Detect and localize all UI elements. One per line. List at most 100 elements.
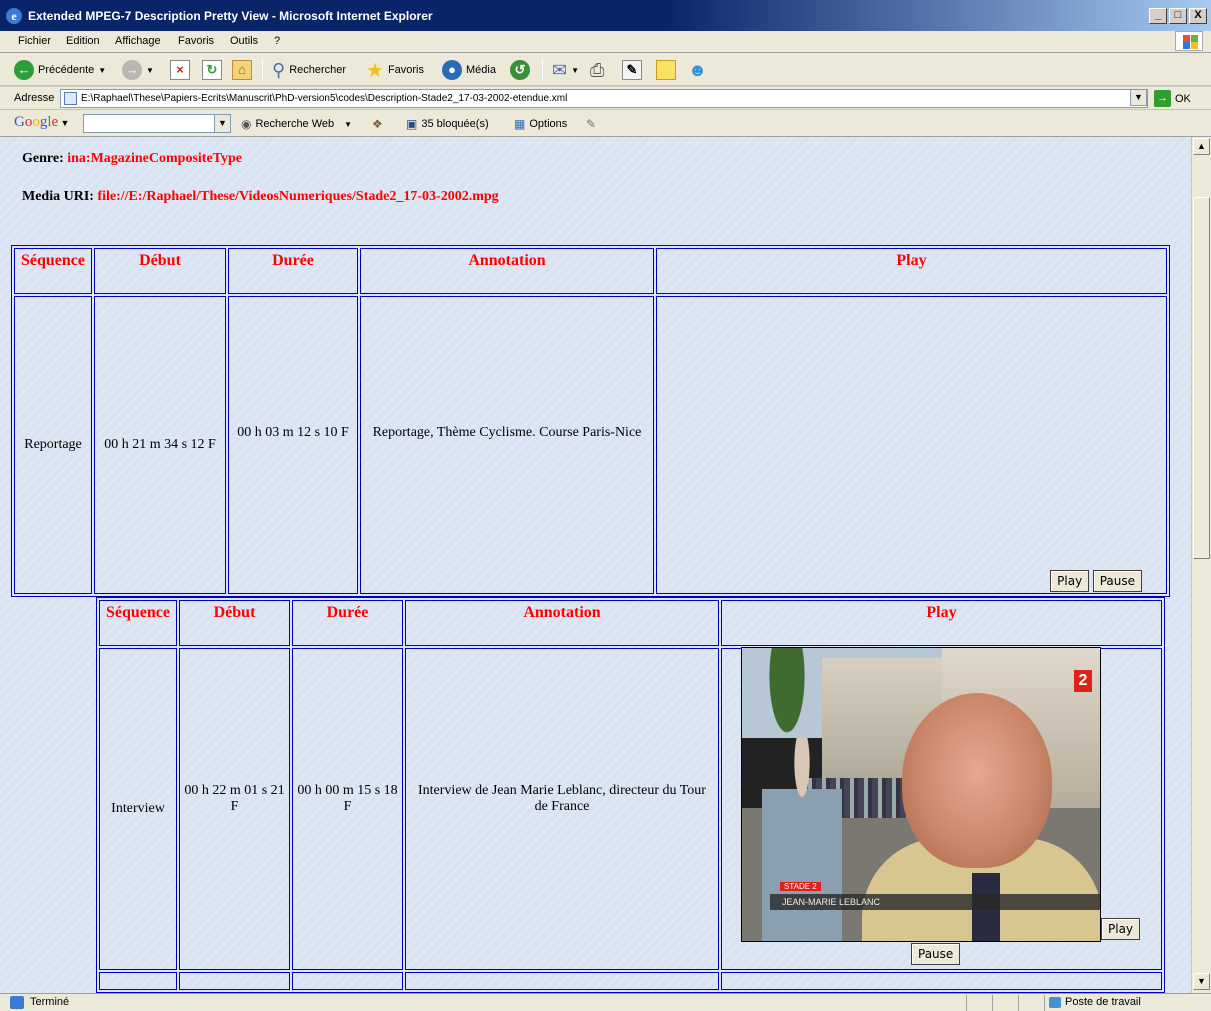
- page-done-icon: [10, 996, 24, 1009]
- google-search-input[interactable]: ▼: [83, 114, 231, 133]
- row2-sequence: Interview: [99, 648, 177, 970]
- popup-blocker-button[interactable]: ▣ 35 bloquée(s): [406, 117, 489, 131]
- web-search-label: Recherche Web: [255, 118, 335, 130]
- zone-label: Poste de travail: [1065, 996, 1141, 1008]
- popup-blocked-icon: ▣: [406, 117, 418, 131]
- options-label: Options: [529, 118, 568, 130]
- favorites-button[interactable]: ★ Favoris: [366, 58, 424, 82]
- refresh-icon: ↻: [202, 60, 222, 80]
- vertical-scrollbar[interactable]: ▲ ▼: [1191, 137, 1211, 993]
- highlighter-icon: ✎: [586, 117, 597, 131]
- row2-duree: 00 h 00 m 15 s 18 F: [292, 648, 403, 970]
- forward-arrow-icon: →: [122, 60, 142, 80]
- header-sequence: Séquence: [14, 248, 92, 294]
- google-search-dropdown[interactable]: ▼: [214, 115, 230, 132]
- messenger-icon: ☻: [688, 59, 707, 80]
- print-button[interactable]: ⎙: [590, 58, 604, 82]
- options-button[interactable]: ▦ Options: [514, 117, 567, 131]
- stop-icon: ×: [170, 60, 190, 80]
- row2-debut: 00 h 22 m 01 s 21 F: [179, 648, 290, 970]
- edit-page-icon: ✎: [622, 60, 642, 80]
- media-label: Média: [466, 64, 496, 76]
- menu-affichage[interactable]: Affichage: [115, 35, 161, 47]
- scroll-down-arrow[interactable]: ▼: [1193, 973, 1210, 990]
- pagerank-button[interactable]: ❖: [372, 117, 383, 131]
- menu-help[interactable]: ?: [274, 35, 280, 47]
- search-button[interactable]: ⚲ Rechercher: [272, 58, 346, 82]
- scroll-thumb[interactable]: [1193, 197, 1210, 559]
- row1-play-cell: Play Pause: [656, 296, 1167, 594]
- pause-button[interactable]: Pause: [1092, 570, 1142, 592]
- scroll-up-arrow[interactable]: ▲: [1193, 138, 1210, 155]
- go-button[interactable]: → OK: [1154, 90, 1191, 107]
- show-tag: STADE 2: [780, 882, 821, 891]
- binoculars-icon: ◉: [241, 117, 252, 131]
- row2-duree-text: 00 h 00 m 15 s 18 F: [297, 783, 398, 814]
- options-icon: ▦: [514, 117, 526, 131]
- media-globe-icon: ●: [442, 60, 462, 80]
- menu-outils[interactable]: Outils: [230, 35, 258, 47]
- google-logo[interactable]: Google ▼: [14, 114, 69, 131]
- address-label: Adresse: [14, 92, 55, 104]
- play-button[interactable]: Play: [1101, 918, 1141, 940]
- history-icon: ↺: [510, 60, 530, 80]
- channel-logo: 2: [1074, 670, 1092, 692]
- go-label: OK: [1175, 92, 1191, 105]
- address-input[interactable]: E:\Raphael\These\Papiers-Ecrits\Manuscri…: [60, 89, 1148, 108]
- media-button[interactable]: ● Média: [442, 58, 496, 82]
- nested-header-debut: Début: [179, 600, 290, 646]
- menu-edition[interactable]: Edition: [66, 35, 100, 47]
- video-caption: JEAN-MARIE LEBLANC: [770, 894, 1100, 910]
- web-search-button[interactable]: ◉ Recherche Web ▼: [241, 117, 352, 131]
- maximize-button[interactable]: □: [1169, 8, 1187, 24]
- google-toolbar: Google ▼ ▼ ◉ Recherche Web ▼ ❖ ▣ 35 bloq…: [0, 110, 1211, 137]
- back-button[interactable]: ← Précédente ▼: [14, 58, 106, 82]
- star-icon: ★: [366, 59, 384, 82]
- mail-button[interactable]: ✉ ▼: [552, 58, 579, 82]
- play-button[interactable]: Play: [1050, 570, 1090, 592]
- address-dropdown-arrow[interactable]: ▼: [1130, 89, 1147, 106]
- menu-favoris[interactable]: Favoris: [178, 35, 214, 47]
- title-bar: e Extended MPEG-7 Description Pretty Vie…: [0, 0, 1211, 33]
- status-bar: Terminé Poste de travail: [0, 993, 1211, 1011]
- history-button[interactable]: ↺: [510, 58, 530, 82]
- row2-annotation: Interview de Jean Marie Leblanc, directe…: [405, 648, 719, 970]
- header-annotation: Annotation: [360, 248, 654, 294]
- page-icon: [64, 92, 77, 105]
- genre-line: Genre: ina:MagazineCompositeType: [22, 151, 242, 167]
- row1-duree: 00 h 03 m 12 s 10 F: [228, 296, 358, 594]
- nested-header-duree: Durée: [292, 600, 403, 646]
- header-play: Play: [656, 248, 1167, 294]
- stop-button[interactable]: ×: [170, 58, 190, 82]
- edit-button[interactable]: ✎: [622, 58, 642, 82]
- highlight-button[interactable]: ✎: [586, 117, 596, 131]
- row1-annotation-text: Reportage, Thème Cyclisme. Course Paris-…: [372, 425, 642, 440]
- header-debut: Début: [94, 248, 226, 294]
- close-button[interactable]: X: [1189, 8, 1207, 24]
- minimize-button[interactable]: _: [1149, 8, 1167, 24]
- table-row: Reportage 00 h 21 m 34 s 12 F 00 h 03 m …: [14, 296, 1167, 594]
- mail-icon: ✉: [552, 59, 568, 80]
- media-uri-value: file://E:/Raphael/These/VideosNumeriques…: [97, 189, 499, 204]
- back-label: Précédente: [38, 64, 95, 76]
- sequence-table: Séquence Début Durée Annotation Play Rep…: [11, 245, 1170, 597]
- row2-annotation-text: Interview de Jean Marie Leblanc, directe…: [418, 783, 706, 814]
- row1-sequence: Reportage: [14, 296, 92, 594]
- row2-debut-text: 00 h 22 m 01 s 21 F: [184, 783, 285, 814]
- menu-fichier[interactable]: Fichier: [18, 35, 51, 47]
- pause-button[interactable]: Pause: [911, 943, 961, 965]
- address-bar: Adresse E:\Raphael\These\Papiers-Ecrits\…: [0, 87, 1211, 110]
- window-title: Extended MPEG-7 Description Pretty View …: [28, 9, 433, 23]
- messenger-button[interactable]: ☻: [688, 58, 707, 82]
- status-text: Terminé: [30, 996, 70, 1008]
- media-uri-label: Media URI:: [22, 189, 94, 204]
- nested-header-sequence: Séquence: [99, 600, 177, 646]
- discuss-button[interactable]: [656, 58, 676, 82]
- home-button[interactable]: ⌂: [232, 58, 252, 82]
- favorites-label: Favoris: [387, 64, 424, 76]
- row1-duree-text: 00 h 03 m 12 s 10 F: [237, 425, 349, 440]
- refresh-button[interactable]: ↻: [202, 58, 222, 82]
- forward-button[interactable]: → ▼: [122, 58, 154, 82]
- row1-annotation: Reportage, Thème Cyclisme. Course Paris-…: [360, 296, 654, 594]
- video-player[interactable]: 2 STADE 2 JEAN-MARIE LEBLANC: [741, 647, 1101, 942]
